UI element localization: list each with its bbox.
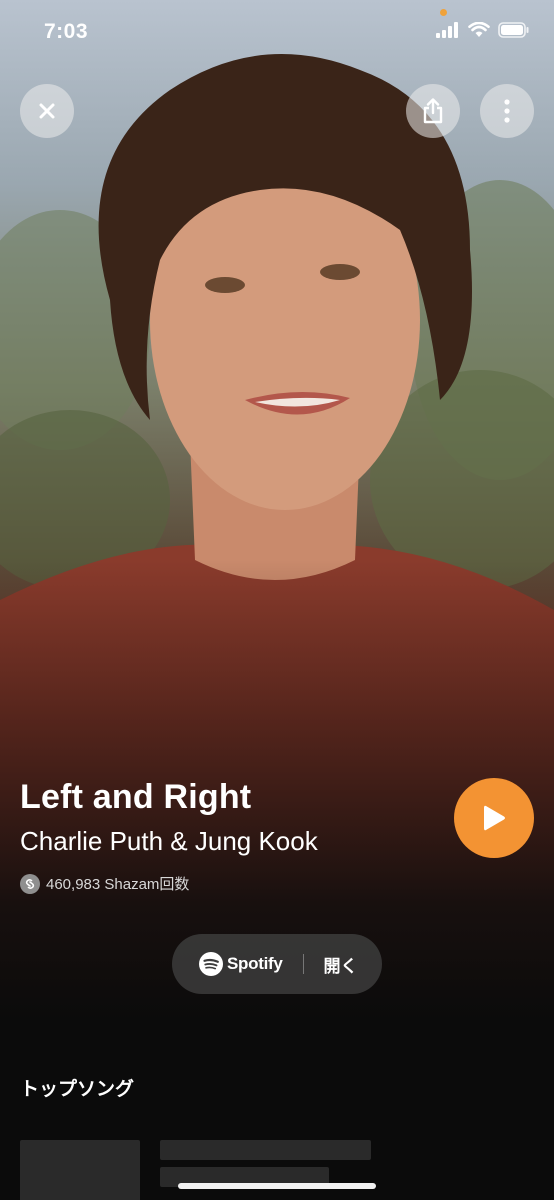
wifi-icon xyxy=(468,22,490,37)
top-songs-title: トップソング xyxy=(20,1079,135,1100)
share-button[interactable] xyxy=(406,84,460,138)
song-detail-screen: 7:03 Left and Right Charlie Puth & Jung … xyxy=(0,0,554,1200)
top-song-thumbnail-placeholder xyxy=(20,1140,140,1200)
recording-indicator-dot xyxy=(440,9,447,16)
shazam-count: 460,983 Shazam回数 xyxy=(46,876,190,893)
share-icon xyxy=(423,98,443,124)
close-button[interactable] xyxy=(20,84,74,138)
song-artist[interactable]: Charlie Puth & Jung Kook xyxy=(20,826,318,857)
spotify-icon xyxy=(199,952,223,976)
spotify-open-button[interactable]: Spotify 開く xyxy=(172,934,382,994)
play-icon xyxy=(484,805,505,831)
more-vertical-icon xyxy=(504,99,510,123)
signal-icon xyxy=(436,22,458,38)
status-icons xyxy=(436,22,530,38)
open-label: 開く xyxy=(323,956,358,976)
close-icon xyxy=(39,103,55,119)
shazam-icon xyxy=(20,873,40,894)
status-time: 7:03 xyxy=(44,20,89,43)
shazam-count-row: 460,983 Shazam回数 xyxy=(20,873,189,894)
more-options-button[interactable] xyxy=(480,84,534,138)
spotify-label: Spotify xyxy=(227,954,283,973)
play-button[interactable] xyxy=(454,778,534,858)
top-song-title-placeholder xyxy=(160,1140,371,1160)
pill-divider xyxy=(302,954,304,974)
artist-artwork xyxy=(0,0,554,1020)
battery-icon xyxy=(498,22,529,38)
song-title: Left and Right xyxy=(20,778,252,816)
spotify-brand: Spotify xyxy=(199,952,283,976)
home-indicator[interactable] xyxy=(178,1183,376,1189)
